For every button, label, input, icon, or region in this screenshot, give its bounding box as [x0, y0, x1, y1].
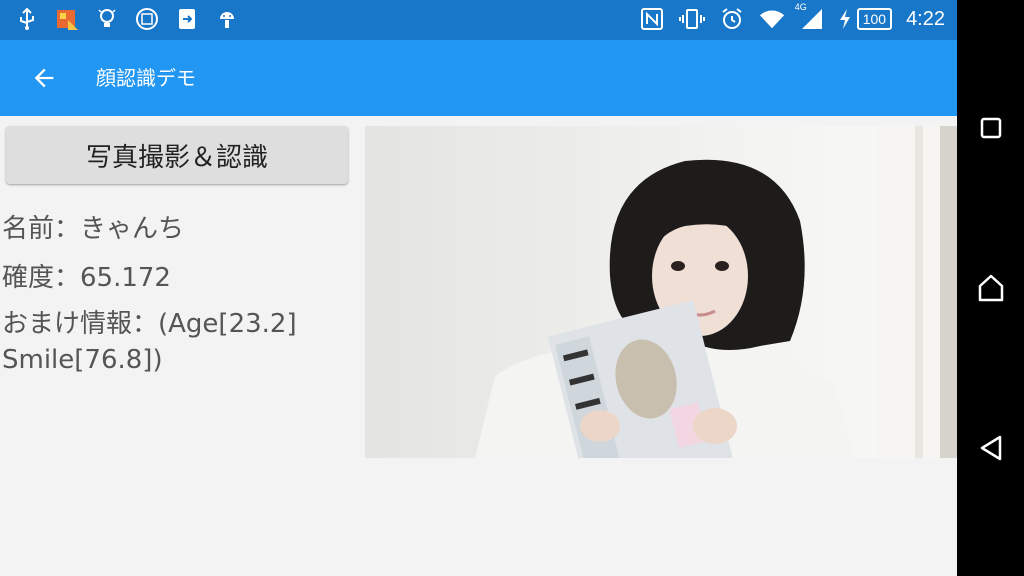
- back-nav-button[interactable]: [969, 426, 1013, 470]
- battery-indicator: 100: [839, 8, 893, 30]
- extra-info-result: おまけ情報：(Age[23.2] Smile[76.8]): [2, 309, 297, 375]
- capture-recognize-button[interactable]: 写真撮影＆認識: [6, 126, 348, 184]
- square-icon: [980, 117, 1002, 139]
- lightbulb-icon: [94, 6, 120, 32]
- name-result: 名前：きゃんち: [2, 214, 185, 244]
- back-button[interactable]: [28, 62, 60, 94]
- page-title: 顔認識デモ: [96, 66, 196, 90]
- file-transfer-icon: [174, 6, 200, 32]
- status-bar-system: 4G 100 4:22: [639, 2, 945, 32]
- app-bar: 顔認識デモ: [0, 40, 957, 116]
- calendar-icon: [134, 6, 160, 32]
- home-icon: [978, 274, 1004, 302]
- alarm-icon: [719, 6, 745, 32]
- main-content: 写真撮影＆認識 名前：きゃんち 確度：65.172 おまけ情報：(Age[23.…: [0, 116, 957, 576]
- nfc-icon: [639, 6, 665, 32]
- vibrate-icon: [678, 6, 705, 32]
- home-button[interactable]: [969, 266, 1013, 310]
- network-type-label: 4G: [794, 2, 807, 12]
- wifi-icon: [759, 6, 785, 32]
- battery-level: 100: [856, 8, 893, 30]
- navigation-bar: [957, 0, 1024, 576]
- battery-charging-icon: [839, 9, 850, 29]
- confidence-result: 確度：65.172: [2, 263, 171, 293]
- game-notification-icon: [54, 6, 80, 32]
- cell-signal-icon: 4G: [795, 2, 825, 32]
- status-bar: 4G 100 4:22: [0, 0, 957, 40]
- usb-icon: [14, 6, 40, 32]
- clock: 4:22: [906, 7, 945, 30]
- status-bar-notifications: [14, 6, 240, 32]
- recent-apps-button[interactable]: [969, 106, 1013, 150]
- android-icon: [214, 6, 240, 32]
- arrow-back-icon: [34, 68, 54, 88]
- triangle-back-icon: [980, 435, 1002, 461]
- captured-photo: [365, 126, 957, 458]
